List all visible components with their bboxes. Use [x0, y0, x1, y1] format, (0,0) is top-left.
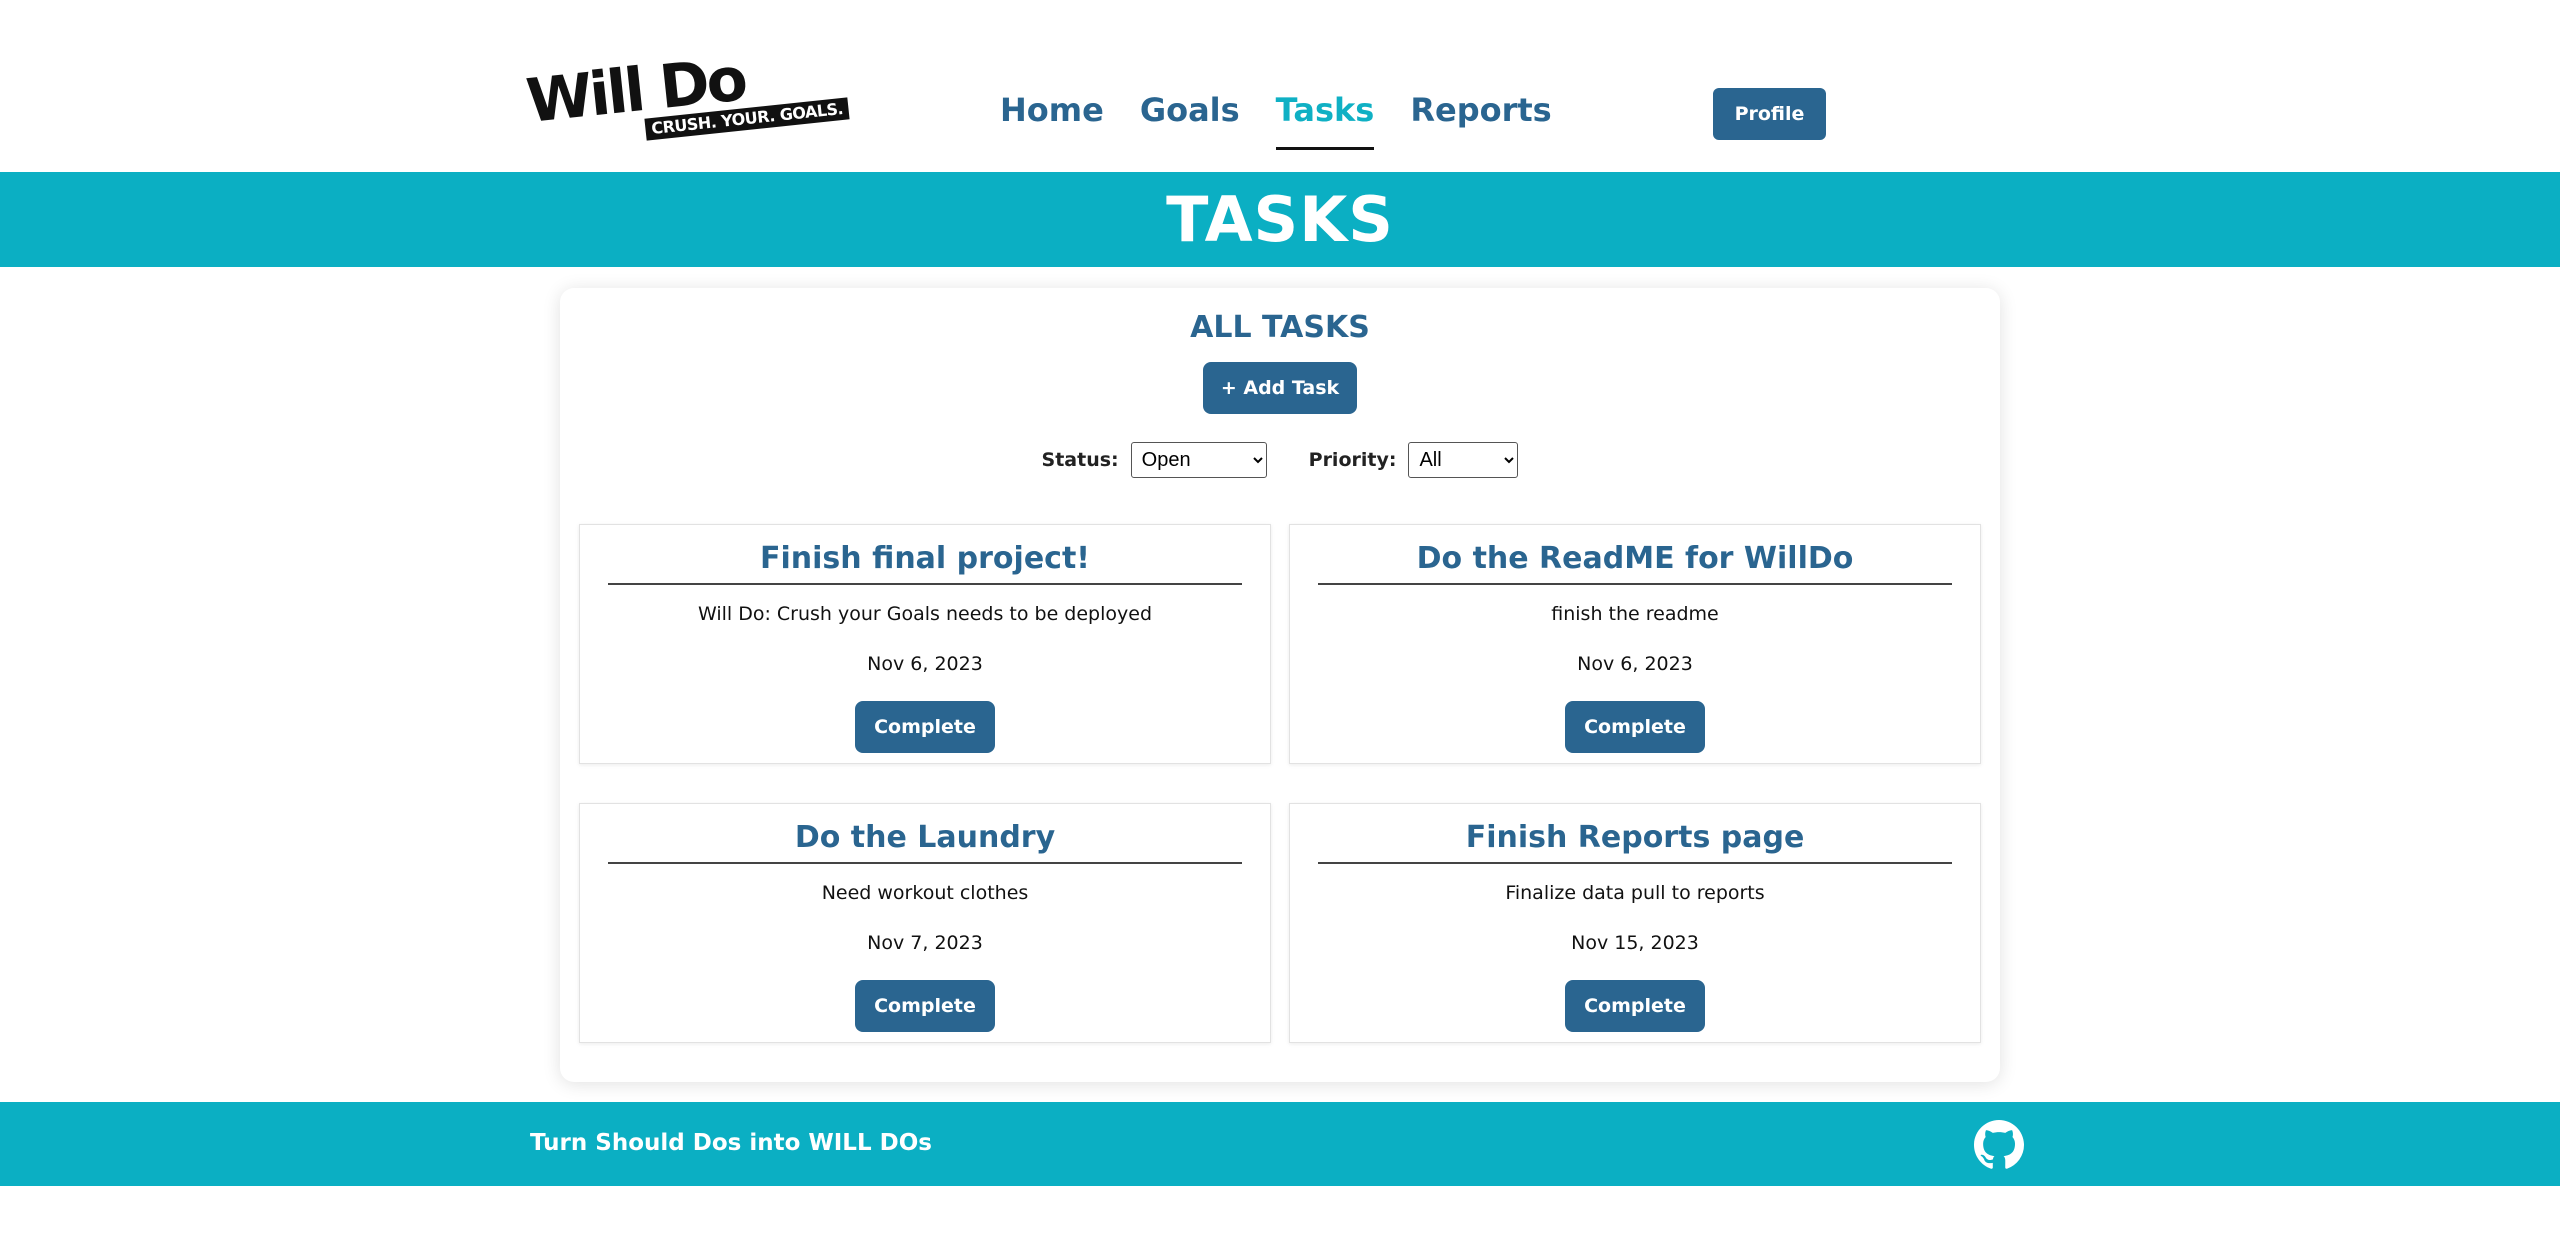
tasks-panel: ALL TASKS + Add Task Status: Open Priori…	[560, 288, 2000, 1082]
complete-button[interactable]: Complete	[855, 701, 995, 753]
task-date: Nov 6, 2023	[867, 653, 983, 675]
filters-bar: Status: Open Priority: All	[560, 442, 2000, 478]
task-card: Finish Reports page Finalize data pull t…	[1289, 803, 1981, 1043]
task-title: Finish final project!	[608, 539, 1242, 585]
header: Will Do CRUSH. YOUR. GOALS. Home Goals T…	[0, 0, 2560, 172]
main-nav: Home Goals Tasks Reports	[1000, 90, 1552, 150]
will-do-logo[interactable]: Will Do CRUSH. YOUR. GOALS.	[523, 44, 851, 152]
task-title: Finish Reports page	[1318, 818, 1952, 864]
task-description: Finalize data pull to reports	[1505, 882, 1765, 904]
status-filter-label: Status:	[1041, 449, 1119, 471]
priority-filter-select[interactable]: All	[1408, 442, 1519, 478]
profile-button[interactable]: Profile	[1713, 88, 1826, 140]
status-filter-select[interactable]: Open	[1130, 442, 1267, 478]
priority-filter-label: Priority:	[1308, 449, 1397, 471]
complete-button[interactable]: Complete	[855, 980, 995, 1032]
task-date: Nov 7, 2023	[867, 932, 983, 954]
task-title: Do the Laundry	[608, 818, 1242, 864]
nav-home[interactable]: Home	[1000, 90, 1104, 150]
complete-button[interactable]: Complete	[1565, 701, 1705, 753]
page-title: TASKS	[1166, 183, 1394, 256]
footer-tagline: Turn Should Dos into WILL DOs	[530, 1130, 932, 1156]
task-title: Do the ReadME for WillDo	[1318, 539, 1952, 585]
nav-goals[interactable]: Goals	[1140, 90, 1240, 150]
task-description: Will Do: Crush your Goals needs to be de…	[697, 603, 1153, 625]
panel-title: ALL TASKS	[1190, 310, 1370, 345]
page-banner: TASKS	[0, 172, 2560, 267]
footer: Turn Should Dos into WILL DOs	[0, 1102, 2560, 1186]
task-description: finish the readme	[1551, 603, 1719, 625]
task-card: Finish final project! Will Do: Crush you…	[579, 524, 1271, 764]
add-task-button[interactable]: + Add Task	[1203, 362, 1357, 414]
task-date: Nov 15, 2023	[1571, 932, 1699, 954]
task-card: Do the Laundry Need workout clothes Nov …	[579, 803, 1271, 1043]
nav-tasks[interactable]: Tasks	[1275, 90, 1375, 150]
complete-button[interactable]: Complete	[1565, 980, 1705, 1032]
task-date: Nov 6, 2023	[1577, 653, 1693, 675]
task-description: Need workout clothes	[821, 882, 1029, 904]
github-icon[interactable]	[1974, 1120, 2024, 1170]
task-card: Do the ReadME for WillDo finish the read…	[1289, 524, 1981, 764]
nav-reports[interactable]: Reports	[1410, 90, 1551, 150]
